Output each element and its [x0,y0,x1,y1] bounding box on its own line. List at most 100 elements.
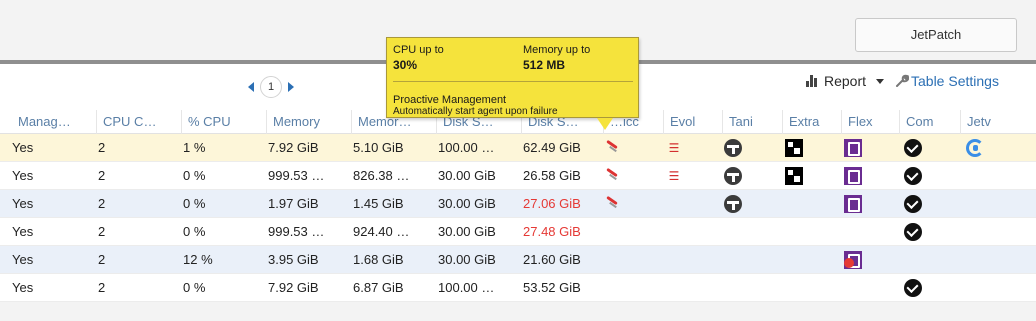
tooltip-divider [393,81,633,82]
probe-icon[interactable] [603,139,621,157]
cell-memory: 999.53 … [268,224,325,239]
cell-memory-free: 924.40 … [353,224,410,239]
wrench-icon [896,74,909,87]
table-row[interactable]: Yes 2 0 % 1.97 GiB 1.45 GiB 30.00 GiB 27.06 Gi… [0,190,1036,218]
cell-memory: 7.92 GiB [268,280,319,295]
table-settings-button[interactable]: Table Settings [895,73,999,89]
cell-managed: Yes [12,140,34,155]
jetpatch-button[interactable]: JetPatch [855,18,1017,52]
tani-icon[interactable] [724,167,742,185]
cell-disk-size: 30.00 GiB [438,252,496,267]
cell-memory-free: 5.10 GiB [353,140,404,155]
flex-icon[interactable] [844,139,862,157]
col-tani[interactable]: Tani [722,110,776,134]
extra-icon[interactable] [785,167,803,185]
cell-memory-free: 1.45 GiB [353,196,404,211]
cell-disk-free: 62.49 GiB [523,140,581,155]
tooltip-memory-value: 512 MB [523,58,566,72]
cell-memory-free: 1.68 GiB [353,252,404,267]
cell-disk-free: 53.52 GiB [523,280,581,295]
check-icon[interactable] [904,167,922,185]
report-icon [806,75,818,87]
icon-cell-evol: ☰ [665,139,683,157]
cell-managed: Yes [12,224,34,239]
cell-disk-free: 27.06 GiB [523,196,581,211]
table-row[interactable]: Yes 2 0 % 7.92 GiB 6.87 GiB 100.00 … 53.52 GiB [0,274,1036,302]
next-page-icon[interactable] [288,82,294,92]
cell-managed: Yes [12,280,34,295]
cell-disk-free: 26.58 GiB [523,168,581,183]
flex-error-icon[interactable] [844,251,862,269]
icon-cell-flex [844,251,862,269]
cell-cpu-cores: 2 [98,252,106,267]
app-page: JetPatch 1 Report Table Settings Manag… … [0,0,1036,321]
tooltip-policy-label: Proactive Management [393,94,507,106]
current-page-button[interactable]: 1 [260,76,282,98]
cell-memory-free: 826.38 … [353,168,410,183]
cell-disk-size: 30.00 GiB [438,224,496,239]
pagination: 1 [248,76,294,98]
cell-cpu-pct: 0 % [183,280,206,295]
cell-disk-free: 21.60 GiB [523,252,581,267]
report-button[interactable]: Report [806,73,885,89]
evol-icon[interactable]: ☰ [665,139,683,157]
col-flex[interactable]: Flex [841,110,895,134]
icon-cell-com [904,279,922,297]
cell-memory: 3.95 GiB [268,252,319,267]
col-evol[interactable]: Evol [663,110,717,134]
icon-cell-com [904,167,922,185]
refresh-icon[interactable] [966,139,984,157]
col-memory[interactable]: Memory [266,110,342,134]
table-row[interactable]: Yes 2 0 % 999.53 … 826.38 … 30.00 GiB 26.58 Gi… [0,162,1036,190]
col-managed[interactable]: Manag… [12,110,86,134]
cell-managed: Yes [12,168,34,183]
evol-icon[interactable]: ☰ [665,167,683,185]
icon-cell-com [904,223,922,241]
tooltip-cpu-value: 30% [393,58,418,72]
check-icon[interactable] [904,279,922,297]
icon-cell-probe [603,195,621,213]
cell-disk-free: 27.48 GiB [523,224,581,239]
table-body: Yes 2 1 % 7.92 GiB 5.10 GiB 100.00 … 62.49 GiB… [0,134,1036,302]
tani-icon[interactable] [724,195,742,213]
chevron-down-icon[interactable] [876,78,885,84]
cell-cpu-pct: 12 % [183,252,213,267]
icon-cell-tani [724,139,742,157]
cell-cpu-cores: 2 [98,280,106,295]
check-icon[interactable] [904,139,922,157]
flex-icon[interactable] [844,167,862,185]
table-row[interactable]: Yes 2 1 % 7.92 GiB 5.10 GiB 100.00 … 62.49 GiB… [0,134,1036,162]
col-cpu-pct[interactable]: % CPU [181,110,257,134]
table-row[interactable]: Yes 2 12 % 3.95 GiB 1.68 GiB 30.00 GiB 21.60 G… [0,246,1036,274]
icon-cell-evol: ☰ [665,167,683,185]
probe-icon[interactable] [603,167,621,185]
icon-cell-com [904,195,922,213]
tooltip-policy-value: Automatically start agent upon failure [393,106,558,117]
icon-cell-flex [844,167,862,185]
col-cpu-cores[interactable]: CPU C… [96,110,172,134]
tooltip-pointer [597,118,613,130]
col-extra[interactable]: Extra [782,110,836,134]
policy-tooltip: CPU up to 30% Memory up to 512 MB Proact… [386,37,639,130]
cell-disk-size: 100.00 … [438,280,495,295]
tani-icon[interactable] [724,139,742,157]
cell-memory: 7.92 GiB [268,140,319,155]
cell-cpu-cores: 2 [98,168,106,183]
col-com[interactable]: Com [899,110,953,134]
cell-memory: 1.97 GiB [268,196,319,211]
extra-icon[interactable] [785,139,803,157]
icon-cell-jetv [966,139,984,157]
table-row[interactable]: Yes 2 0 % 999.53 … 924.40 … 30.00 GiB 27.48 Gi… [0,218,1036,246]
cell-cpu-cores: 2 [98,196,106,211]
cell-memory-free: 6.87 GiB [353,280,404,295]
col-jetv[interactable]: Jetv [960,110,1014,134]
probe-icon[interactable] [603,195,621,213]
check-icon[interactable] [904,195,922,213]
cell-cpu-pct: 0 % [183,224,206,239]
prev-page-icon[interactable] [248,82,254,92]
check-icon[interactable] [904,223,922,241]
icon-cell-tani [724,167,742,185]
flex-icon[interactable] [844,195,862,213]
cell-cpu-cores: 2 [98,224,106,239]
icon-cell-com [904,139,922,157]
